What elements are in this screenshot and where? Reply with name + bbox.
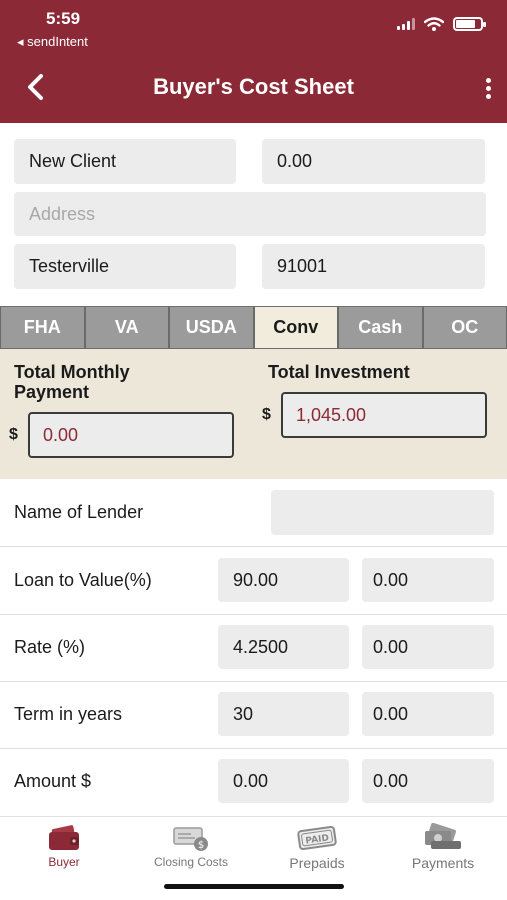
nav-closing-costs-label: Closing Costs — [153, 855, 229, 869]
wallet-icon — [46, 823, 82, 853]
amount-first-field[interactable]: 0.00 — [218, 759, 349, 803]
check-money-icon: $ — [171, 823, 211, 853]
svg-text:$: $ — [198, 840, 204, 851]
total-investment-value: 1,045.00 — [281, 392, 487, 438]
amount-row: Amount $ 0.00 0.00 — [0, 748, 507, 816]
home-indicator — [164, 884, 344, 889]
nav-buyer-label: Buyer — [48, 855, 80, 869]
lender-name-field[interactable] — [271, 490, 494, 535]
status-icons — [397, 17, 486, 31]
tab-fha[interactable]: FHA — [0, 307, 85, 348]
ltv-row: Loan to Value(%) 90.00 0.00 — [0, 547, 507, 615]
nav-buyer[interactable]: Buyer — [1, 817, 127, 869]
term-second-field[interactable]: 0.00 — [362, 692, 494, 736]
client-name-field[interactable]: New Client — [14, 139, 236, 184]
rate-label: Rate (%) — [14, 637, 86, 657]
tab-oc[interactable]: OC — [422, 307, 507, 348]
back-to-app-link[interactable]: ◂ sendIntent — [17, 34, 88, 50]
more-options-icon[interactable] — [479, 73, 497, 103]
tab-usda[interactable]: USDA — [169, 307, 254, 348]
paid-stamp-icon: PAID — [295, 823, 339, 853]
ltv-first-field[interactable]: 90.00 — [218, 558, 349, 602]
lender-label: Name of Lender — [14, 502, 144, 522]
rate-row: Rate (%) 4.2500 0.00 — [0, 614, 507, 682]
term-label: Term in years — [14, 704, 123, 724]
term-first-field[interactable]: 30 — [218, 692, 349, 736]
monthly-payment-value: 0.00 — [28, 412, 234, 458]
battery-icon — [453, 17, 486, 31]
amount-label: Amount $ — [14, 771, 92, 791]
app-header: 5:59 ◂ sendIntent Buyer's Cost Sheet — [0, 0, 507, 123]
nav-payments-label: Payments — [411, 855, 475, 871]
rate-first-field[interactable]: 4.2500 — [218, 625, 349, 669]
amount-second-field[interactable]: 0.00 — [362, 759, 494, 803]
loan-type-tabs: FHA VA USDA Conv Cash OC — [0, 306, 507, 349]
cash-stack-icon — [421, 823, 465, 853]
status-time: 5:59 — [46, 9, 81, 28]
nav-payments[interactable]: Payments — [380, 817, 506, 871]
zip-field[interactable]: 91001 — [262, 244, 485, 289]
term-row: Term in years 30 0.00 — [0, 681, 507, 749]
summary-panel: Total Monthly Payment $ 0.00 Total Inves… — [0, 349, 507, 479]
tab-va[interactable]: VA — [84, 307, 169, 348]
page-title: Buyer's Cost Sheet — [153, 74, 354, 99]
monthly-payment-label-line2: Payment — [14, 382, 90, 402]
nav-prepaids[interactable]: PAID Prepaids — [254, 817, 380, 871]
ltv-label: Loan to Value(%) — [14, 570, 152, 590]
rate-second-field[interactable]: 0.00 — [362, 625, 494, 669]
monthly-currency-symbol: $ — [9, 426, 18, 443]
tab-cash[interactable]: Cash — [338, 307, 423, 348]
lender-row: Name of Lender — [0, 479, 507, 547]
city-field[interactable]: Testerville — [14, 244, 236, 289]
signal-icon — [397, 18, 415, 30]
investment-currency-symbol: $ — [262, 406, 271, 423]
address-field[interactable]: Address — [14, 192, 486, 236]
nav-closing-costs[interactable]: $ Closing Costs — [128, 817, 254, 869]
price-field[interactable]: 0.00 — [262, 139, 485, 184]
tab-conv[interactable]: Conv — [253, 307, 338, 348]
monthly-payment-label-line1: Total Monthly — [14, 362, 130, 382]
wifi-icon — [424, 17, 444, 31]
monthly-payment-label: Total Monthly Payment — [14, 362, 130, 402]
total-investment-label: Total Investment — [268, 362, 410, 382]
nav-prepaids-label: Prepaids — [289, 855, 345, 871]
ltv-second-field[interactable]: 0.00 — [362, 558, 494, 602]
